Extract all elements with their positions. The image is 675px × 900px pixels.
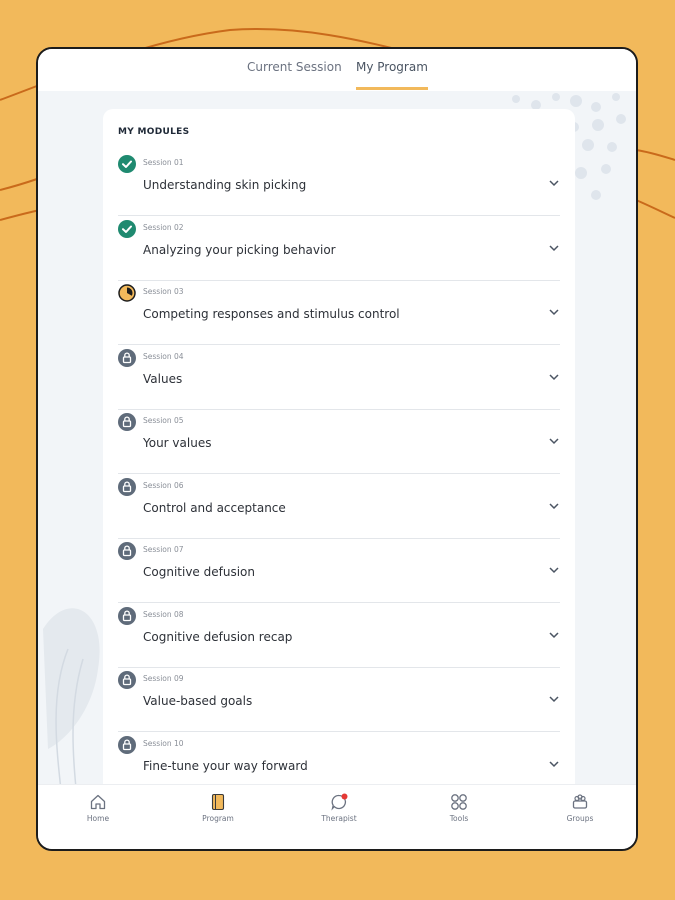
- home-icon: [90, 794, 106, 810]
- chevron-down-icon[interactable]: [548, 435, 560, 447]
- module-title: Understanding skin picking: [143, 178, 307, 192]
- lock-icon: [118, 348, 136, 367]
- nav-label: Tools: [449, 814, 469, 823]
- chevron-down-icon[interactable]: [548, 242, 560, 254]
- chevron-down-icon[interactable]: [548, 629, 560, 641]
- session-number: Session 03: [143, 287, 184, 296]
- module-title: Fine-tune your way forward: [143, 758, 308, 773]
- modules-card: MY MODULES Session 01 Understanding skin…: [103, 109, 575, 799]
- app-window: Current Session My Program MY MODULES Se…: [36, 47, 638, 851]
- nav-label: Therapist: [321, 814, 357, 823]
- module-row[interactable]: Session 05 Your values: [118, 409, 560, 474]
- module-row[interactable]: Session 01 Understanding skin picking: [118, 151, 560, 216]
- module-title: Analyzing your picking behavior: [143, 242, 336, 257]
- session-number: Session 07: [143, 545, 184, 554]
- lock-icon: [118, 735, 136, 754]
- chat-icon: [331, 793, 348, 811]
- module-row[interactable]: Session 02 Analyzing your picking behavi…: [118, 216, 560, 281]
- lock-icon: [118, 606, 136, 625]
- session-number: Session 05: [143, 416, 184, 425]
- lock-icon: [118, 477, 136, 496]
- tools-icon: [451, 794, 467, 810]
- chevron-down-icon[interactable]: [548, 564, 560, 576]
- top-tab-bar: Current Session My Program: [38, 49, 636, 91]
- nav-groups[interactable]: Groups: [540, 793, 620, 823]
- nav-tools[interactable]: Tools: [419, 793, 499, 823]
- nav-label: Groups: [566, 814, 594, 823]
- in-progress-clock-icon: [118, 284, 136, 302]
- chevron-down-icon[interactable]: [548, 306, 560, 318]
- session-number: Session 08: [143, 609, 184, 619]
- module-title: Your values: [143, 436, 212, 450]
- chevron-down-icon[interactable]: [548, 177, 560, 189]
- groups-icon: [572, 794, 588, 809]
- bottom-navigation: Home Program Therapist Tools Groups: [38, 784, 636, 849]
- nav-label: Program: [202, 814, 234, 823]
- session-number: Session 09: [143, 674, 184, 683]
- module-title: Value-based goals: [143, 694, 253, 708]
- tab-my-program[interactable]: My Program: [356, 60, 428, 90]
- module-row[interactable]: Session 06 Control and acceptance: [118, 474, 560, 539]
- module-row[interactable]: Session 07 Cognitive defusion: [118, 538, 560, 603]
- module-row[interactable]: Session 03 Competing responses and stimu…: [118, 280, 560, 345]
- module-row[interactable]: Session 08 Cognitive defusion recap: [118, 603, 560, 668]
- module-title: Competing responses and stimulus control: [143, 307, 400, 321]
- module-title: Values: [143, 371, 183, 386]
- nav-label: Home: [86, 814, 110, 823]
- session-number: Session 10: [143, 738, 184, 748]
- module-row[interactable]: Session 09 Value-based goals: [118, 667, 560, 732]
- nav-program[interactable]: Program: [178, 793, 258, 823]
- nav-therapist[interactable]: Therapist: [299, 793, 379, 823]
- section-title: MY MODULES: [118, 127, 190, 137]
- session-number: Session 01: [143, 158, 184, 167]
- nav-home[interactable]: Home: [58, 793, 138, 823]
- session-number: Session 02: [143, 222, 184, 232]
- completed-check-icon: [118, 219, 136, 238]
- module-title: Control and acceptance: [143, 500, 286, 515]
- session-number: Session 06: [143, 480, 184, 490]
- module-row[interactable]: Session 04 Values: [118, 345, 560, 410]
- chevron-down-icon[interactable]: [548, 758, 560, 770]
- chevron-down-icon[interactable]: [548, 693, 560, 705]
- session-number: Session 04: [143, 351, 184, 361]
- tab-current-session[interactable]: Current Session: [247, 60, 342, 90]
- module-title: Cognitive defusion: [143, 565, 255, 579]
- chevron-down-icon[interactable]: [548, 371, 560, 383]
- lock-icon: [118, 542, 136, 560]
- book-icon: [211, 793, 225, 811]
- chevron-down-icon[interactable]: [548, 500, 560, 512]
- module-title: Cognitive defusion recap: [143, 629, 293, 644]
- completed-check-icon: [118, 155, 136, 173]
- lock-icon: [118, 413, 136, 431]
- lock-icon: [118, 671, 136, 689]
